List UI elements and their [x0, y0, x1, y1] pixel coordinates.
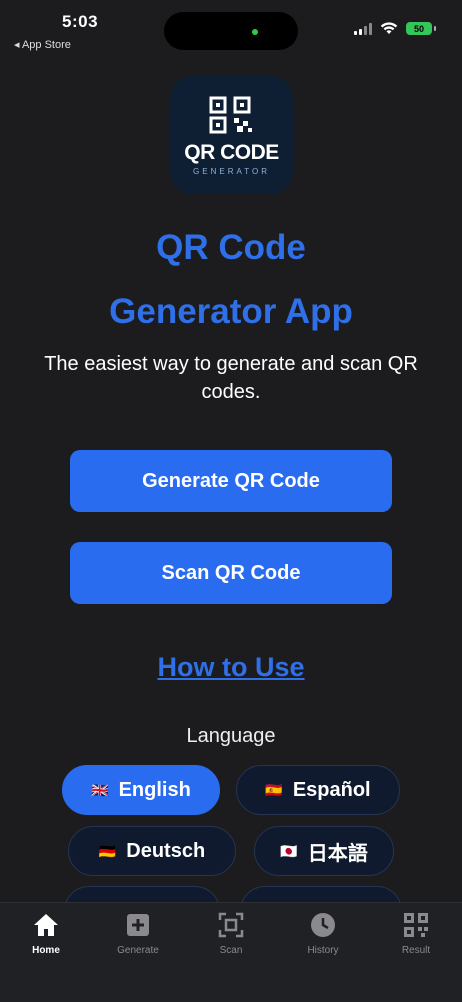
- tab-result[interactable]: Result: [381, 911, 451, 956]
- scan-icon: [217, 911, 245, 939]
- logo-subtitle: GENERATOR: [193, 166, 270, 176]
- battery-icon: 50: [406, 22, 436, 35]
- spain-flag-icon: 🇪🇸: [265, 781, 283, 798]
- language-option-german[interactable]: 🇩🇪 Deutsch: [68, 826, 236, 876]
- app-logo: QR CODE GENERATOR: [170, 76, 293, 194]
- language-option-spanish[interactable]: 🇪🇸 Español: [236, 765, 400, 815]
- language-option-label: English: [118, 778, 191, 801]
- tab-home[interactable]: Home: [11, 911, 81, 956]
- tab-history[interactable]: History: [288, 911, 358, 956]
- system-icons: 50: [354, 22, 436, 35]
- tab-label: History: [307, 945, 339, 956]
- clock-icon: [309, 911, 337, 939]
- wifi-icon: [380, 22, 398, 34]
- language-label: Language: [186, 725, 276, 747]
- tab-label: Home: [32, 945, 60, 956]
- language-option-label: 日本語: [307, 842, 368, 865]
- logo-title: QR CODE: [184, 140, 279, 164]
- generate-qr-code-button[interactable]: Generate QR Code: [70, 450, 392, 512]
- language-option-english[interactable]: 🇬🇧 English: [62, 765, 220, 815]
- page-title-line1: QR Code: [156, 228, 306, 267]
- status-time: 5:03: [62, 12, 99, 31]
- japan-flag-icon: 🇯🇵: [280, 842, 298, 859]
- page-title-line2: Generator App: [109, 292, 353, 331]
- back-to-app-store-link[interactable]: ◂ App Store: [14, 38, 71, 51]
- camera-indicator-dot: [252, 29, 258, 35]
- tab-label: Scan: [219, 945, 243, 956]
- tab-generate[interactable]: Generate: [103, 911, 173, 956]
- dynamic-island: [164, 12, 298, 50]
- page-subtitle: The easiest way to generate and scan QR …: [44, 353, 418, 403]
- qr-logo-icon: [209, 96, 252, 133]
- language-option-label: Español: [292, 778, 371, 801]
- tab-label: Generate: [117, 945, 159, 956]
- germany-flag-icon: 🇩🇪: [98, 842, 117, 859]
- language-option-label: Deutsch: [126, 839, 206, 862]
- tab-scan[interactable]: Scan: [196, 911, 266, 956]
- tab-bar: Home Generate Scan History Result: [0, 902, 462, 1002]
- language-option-japanese[interactable]: 🇯🇵 日本語: [254, 826, 394, 876]
- uk-flag-icon: 🇬🇧: [91, 781, 109, 798]
- tab-label: Result: [401, 945, 431, 956]
- home-icon: [32, 911, 60, 939]
- plus-square-icon: [124, 911, 152, 939]
- status-bar: 5:03 ◂ App Store 50: [0, 0, 462, 62]
- how-to-use-link[interactable]: How to Use: [0, 652, 462, 683]
- scan-qr-code-button[interactable]: Scan QR Code: [70, 542, 392, 604]
- cellular-signal-icon: [354, 22, 372, 35]
- qr-icon: [402, 911, 430, 939]
